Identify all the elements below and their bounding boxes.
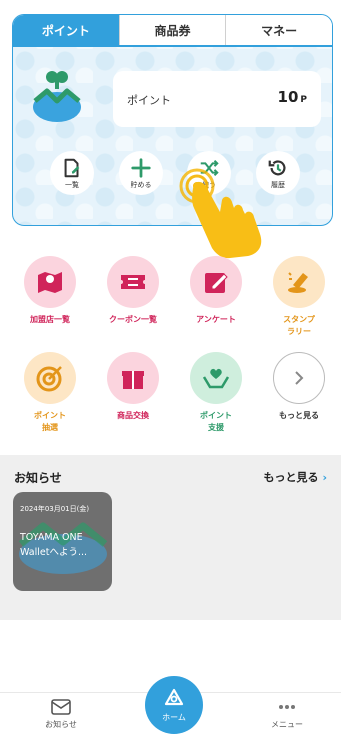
more-dots-icon xyxy=(279,705,295,709)
point-balance-value: 10 P xyxy=(278,88,307,106)
chevron-right-icon xyxy=(295,371,304,385)
home-logo-icon xyxy=(164,688,184,706)
points-card: ポイント 商品券 マネー ポイント 10 P 一覧 貯める 使う 履歴 xyxy=(12,14,333,226)
target-icon xyxy=(36,366,62,392)
news-more-label: もっと見る xyxy=(263,471,319,484)
shuffle-icon xyxy=(200,159,219,177)
product-exchange-label: 商品交換 xyxy=(117,411,149,420)
mascot-logo-icon xyxy=(33,71,81,122)
survey-label: アンケート xyxy=(196,315,236,324)
news-date: 2024年03月01日(金) xyxy=(20,505,90,513)
nav-news[interactable]: お知らせ xyxy=(26,699,96,730)
point-balance-box: ポイント 10 P xyxy=(113,71,321,127)
point-support-label: ポイント 支援 xyxy=(200,411,232,432)
news-headline: TOYAMA ONE Walletへよう... xyxy=(20,532,88,558)
list-icon xyxy=(64,158,80,178)
point-actions: 一覧 貯める 使う 履歴 xyxy=(13,151,332,211)
coupons-circle xyxy=(107,256,159,308)
see-more-label: もっと見る xyxy=(279,411,319,420)
tab-gift-certificate[interactable]: 商品券 xyxy=(118,15,226,45)
earn-label: 貯める xyxy=(130,181,152,189)
point-balance-label: ポイント xyxy=(127,94,171,107)
merchants-label: 加盟店一覧 xyxy=(30,315,70,324)
home-button[interactable]: ホーム xyxy=(145,676,203,734)
coupons-label: クーポン一覧 xyxy=(109,315,157,324)
heart-hands-icon xyxy=(202,368,230,389)
card-tabs: ポイント 商品券 マネー xyxy=(13,15,332,47)
survey-icon xyxy=(205,273,228,293)
product-exchange-circle xyxy=(107,352,159,404)
plus-icon xyxy=(131,158,151,178)
history-button[interactable]: 履歴 xyxy=(256,151,300,195)
menu-point-support[interactable]: ポイント 支援 xyxy=(180,352,252,434)
history-label: 履歴 xyxy=(271,181,285,189)
earn-button[interactable]: 貯める xyxy=(119,151,163,195)
point-support-circle xyxy=(190,352,242,404)
gift-icon xyxy=(122,371,144,389)
see-more-circle xyxy=(273,352,325,404)
menu-product-exchange[interactable]: 商品交換 xyxy=(97,352,169,422)
stamp-rally-label: スタンプ ラリー xyxy=(283,315,315,336)
nav-news-label: お知らせ xyxy=(45,720,77,729)
mail-icon xyxy=(51,699,71,715)
use-button[interactable]: 使う xyxy=(187,151,231,195)
menu-survey[interactable]: アンケート xyxy=(180,256,252,326)
tab-money[interactable]: マネー xyxy=(225,15,332,45)
menu-stamp-rally[interactable]: スタンプ ラリー xyxy=(263,256,335,338)
tab-points[interactable]: ポイント xyxy=(13,15,119,45)
news-section: お知らせ もっと見る › 2024年03月01日(金) TOYAMA ONE Wa… xyxy=(0,455,341,620)
map-icon xyxy=(38,272,62,293)
news-title: お知らせ xyxy=(14,471,62,485)
point-unit: P xyxy=(300,95,307,105)
history-icon xyxy=(268,160,286,176)
news-card[interactable]: 2024年03月01日(金) TOYAMA ONE Walletへよう... xyxy=(13,492,112,591)
list-label: 一覧 xyxy=(65,181,79,189)
nav-menu-label: メニュー xyxy=(271,720,303,729)
menu-coupons[interactable]: クーポン一覧 xyxy=(97,256,169,326)
stamp-icon xyxy=(288,272,308,293)
list-button[interactable]: 一覧 xyxy=(50,151,94,195)
menu-see-more[interactable]: もっと見る xyxy=(263,352,335,422)
nav-menu[interactable]: メニュー xyxy=(252,699,322,730)
coupon-icon xyxy=(121,275,145,289)
menu-merchants[interactable]: 加盟店一覧 xyxy=(14,256,86,326)
chevron-right-icon: › xyxy=(322,471,327,484)
merchants-circle xyxy=(24,256,76,308)
point-lottery-label: ポイント 抽選 xyxy=(34,411,66,432)
point-lottery-circle xyxy=(24,352,76,404)
menu-point-lottery[interactable]: ポイント 抽選 xyxy=(14,352,86,434)
use-label: 使う xyxy=(202,181,216,189)
news-more-link[interactable]: もっと見る › xyxy=(263,469,327,485)
app-screen: ポイント 商品券 マネー ポイント 10 P 一覧 貯める 使う 履歴 加盟店一… xyxy=(0,0,341,738)
survey-circle xyxy=(190,256,242,308)
home-label: ホーム xyxy=(162,713,186,722)
point-amount: 10 xyxy=(277,88,299,106)
stamp-rally-circle xyxy=(273,256,325,308)
